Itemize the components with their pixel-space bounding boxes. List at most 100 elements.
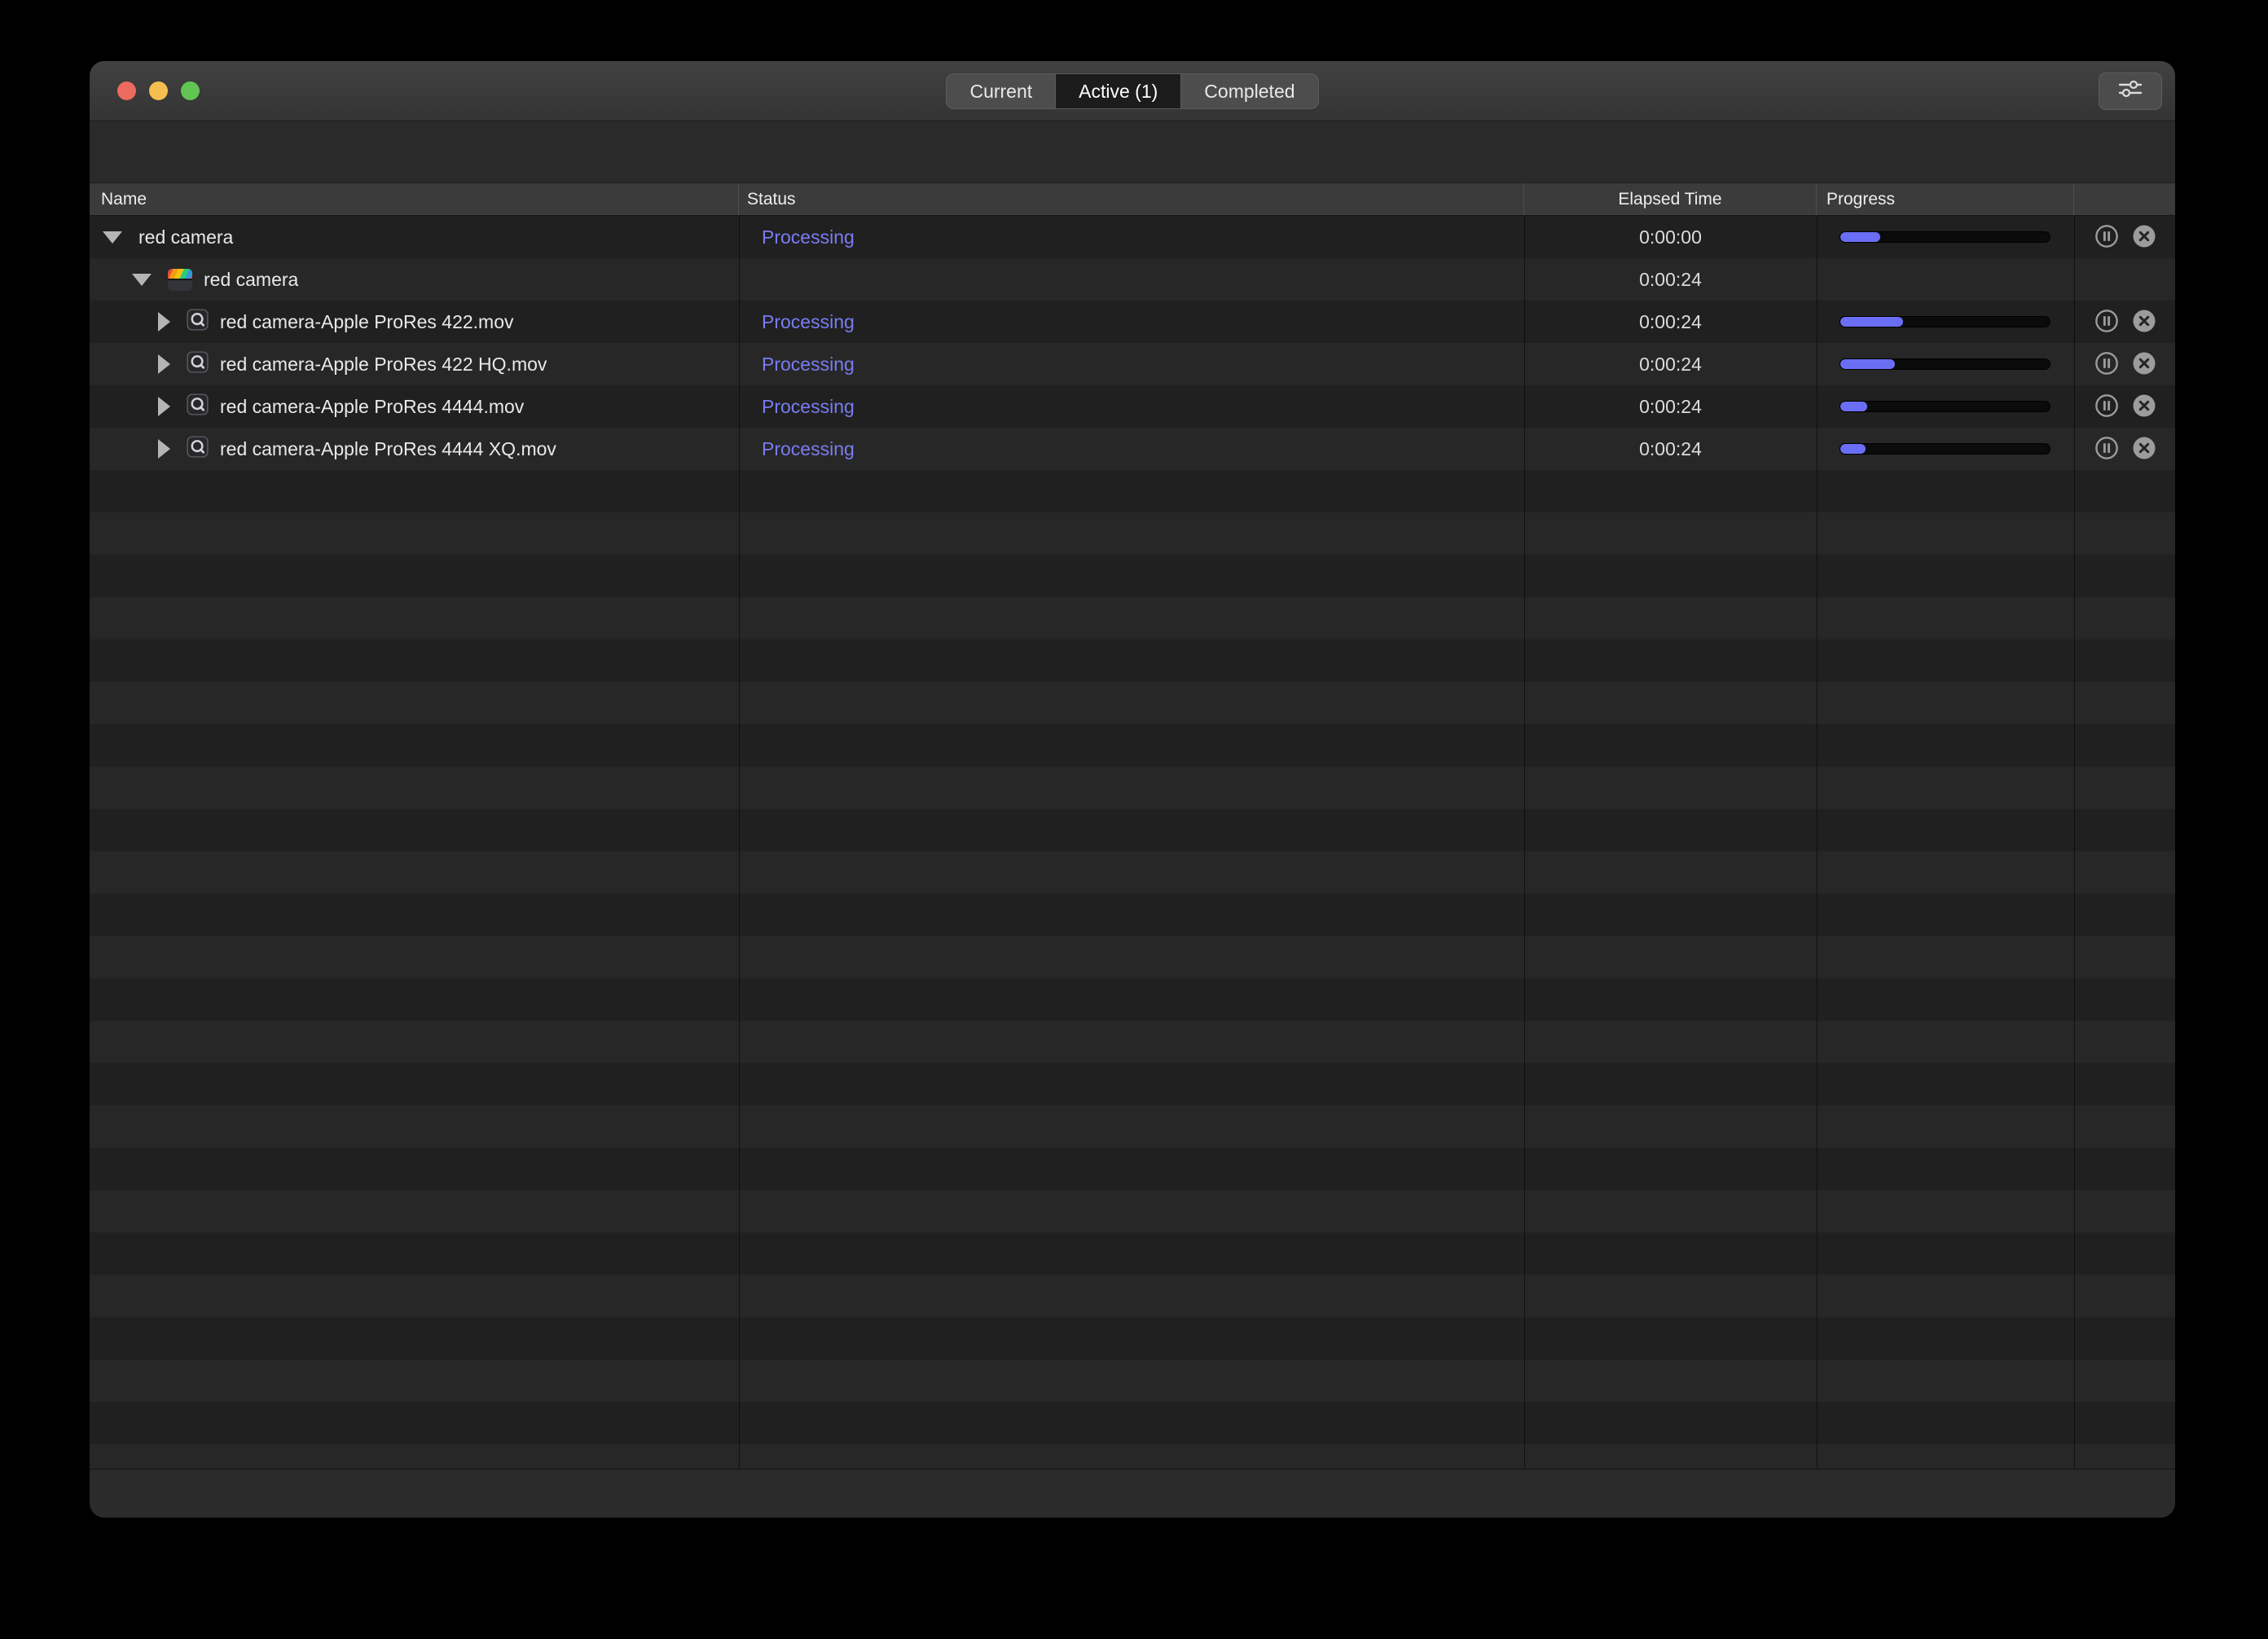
elapsed-cell: 0:00:24 <box>1639 395 1702 417</box>
empty-row <box>90 1190 2175 1233</box>
actions-cell <box>2074 343 2175 385</box>
pause-button[interactable] <box>2094 436 2120 462</box>
empty-row <box>90 978 2175 1021</box>
empty-row <box>90 1148 2175 1190</box>
cancel-button[interactable] <box>2131 224 2157 250</box>
empty-row <box>90 1063 2175 1105</box>
item-name: red camera-Apple ProRes 4444 XQ.mov <box>220 437 556 459</box>
quicktime-file-icon <box>187 351 209 377</box>
minimize-window-button[interactable] <box>149 81 168 100</box>
column-header-status[interactable]: Status <box>739 183 1524 215</box>
pause-icon <box>2094 309 2119 336</box>
disclosure-triangle-icon[interactable] <box>158 354 170 374</box>
progress-bar-fill <box>1840 317 1904 327</box>
clapper-icon <box>168 268 192 291</box>
batch-row[interactable]: red camera 0:00:24 <box>90 258 2175 301</box>
batch-row[interactable]: red camera-Apple ProRes 422.mov Processi… <box>90 301 2175 343</box>
column-separator <box>2074 216 2075 1469</box>
progress-cell <box>1817 216 2074 258</box>
cancel-icon <box>2132 351 2156 378</box>
disclosure-triangle-icon[interactable] <box>132 273 152 286</box>
progress-cell <box>1817 385 2074 428</box>
empty-row <box>90 767 2175 809</box>
tab-completed[interactable]: Completed <box>1181 74 1317 108</box>
empty-row <box>90 682 2175 724</box>
column-header-elapsed[interactable]: Elapsed Time <box>1524 183 1817 215</box>
empty-row <box>90 936 2175 978</box>
item-name: red camera-Apple ProRes 4444.mov <box>220 395 525 417</box>
pause-button[interactable] <box>2094 351 2120 377</box>
empty-row <box>90 894 2175 936</box>
progress-cell <box>1817 343 2074 385</box>
progress-bar-fill <box>1840 444 1866 454</box>
cancel-icon <box>2132 309 2156 336</box>
name-cell: red camera-Apple ProRes 4444.mov <box>90 385 739 428</box>
tab-active[interactable]: Active (1) <box>1056 73 1182 108</box>
tab-current[interactable]: Current <box>947 73 1057 108</box>
batch-row[interactable]: red camera Processing 0:00:00 <box>90 216 2175 258</box>
status-cell: Processing <box>762 353 855 375</box>
item-name: red camera-Apple ProRes 422.mov <box>220 310 514 332</box>
name-cell: red camera-Apple ProRes 4444 XQ.mov <box>90 428 739 470</box>
progress-bar <box>1839 316 2050 327</box>
name-cell: red camera-Apple ProRes 422.mov <box>90 301 739 343</box>
titlebar: Current Active (1) Completed <box>90 61 2175 121</box>
empty-row <box>90 1275 2175 1317</box>
toolbar-strip <box>90 121 2175 183</box>
pause-button[interactable] <box>2094 224 2120 250</box>
column-header-actions <box>2074 183 2175 215</box>
empty-row <box>90 512 2175 555</box>
quicktime-file-icon <box>187 309 209 335</box>
disclosure-triangle-icon[interactable] <box>158 439 170 459</box>
disclosure-triangle-icon[interactable] <box>158 397 170 416</box>
filter-options-button[interactable] <box>2099 72 2162 110</box>
elapsed-cell: 0:00:24 <box>1639 437 1702 459</box>
pause-button[interactable] <box>2094 309 2120 335</box>
cancel-button[interactable] <box>2131 436 2157 462</box>
name-cell: red camera-Apple ProRes 422 HQ.mov <box>90 343 739 385</box>
empty-row <box>90 1360 2175 1402</box>
column-separator <box>1524 216 1525 1469</box>
name-cell: red camera <box>90 216 739 258</box>
cancel-button[interactable] <box>2131 309 2157 335</box>
pause-icon <box>2094 224 2119 251</box>
column-header-progress[interactable]: Progress <box>1817 183 2074 215</box>
progress-bar-fill <box>1840 402 1868 411</box>
empty-row <box>90 470 2175 512</box>
actions-cell <box>2074 385 2175 428</box>
progress-bar <box>1839 231 2050 243</box>
zoom-window-button[interactable] <box>181 81 200 100</box>
empty-row <box>90 1444 2175 1469</box>
pause-icon <box>2094 436 2119 463</box>
column-header-name[interactable]: Name <box>90 183 739 215</box>
column-separator <box>739 216 740 1469</box>
batch-row[interactable]: red camera-Apple ProRes 4444.mov Process… <box>90 385 2175 428</box>
disclosure-triangle-icon[interactable] <box>158 312 170 332</box>
actions-cell <box>2074 428 2175 470</box>
item-name: red camera <box>204 268 299 290</box>
empty-row <box>90 851 2175 894</box>
cancel-icon <box>2132 393 2156 420</box>
quicktime-file-icon <box>187 436 209 462</box>
cancel-button[interactable] <box>2131 351 2157 377</box>
cancel-icon <box>2132 436 2156 463</box>
empty-row <box>90 555 2175 597</box>
item-name: red camera-Apple ProRes 422 HQ.mov <box>220 353 547 375</box>
actions-cell <box>2074 216 2175 258</box>
status-cell <box>739 258 1524 301</box>
empty-row <box>90 1402 2175 1444</box>
close-window-button[interactable] <box>117 81 136 100</box>
batch-filter-segmented-control: Current Active (1) Completed <box>946 73 1319 109</box>
item-name: red camera <box>138 226 234 248</box>
pause-button[interactable] <box>2094 393 2120 420</box>
progress-cell <box>1817 301 2074 343</box>
disclosure-triangle-icon[interactable] <box>103 231 122 244</box>
cancel-button[interactable] <box>2131 393 2157 420</box>
empty-row <box>90 639 2175 682</box>
status-cell: Processing <box>762 395 855 417</box>
batch-row[interactable]: red camera-Apple ProRes 4444 XQ.mov Proc… <box>90 428 2175 470</box>
status-cell: Processing <box>762 310 855 332</box>
batch-row[interactable]: red camera-Apple ProRes 422 HQ.mov Proce… <box>90 343 2175 385</box>
batch-window: Current Active (1) Completed Name Status… <box>90 61 2175 1518</box>
elapsed-cell: 0:00:24 <box>1639 268 1702 290</box>
